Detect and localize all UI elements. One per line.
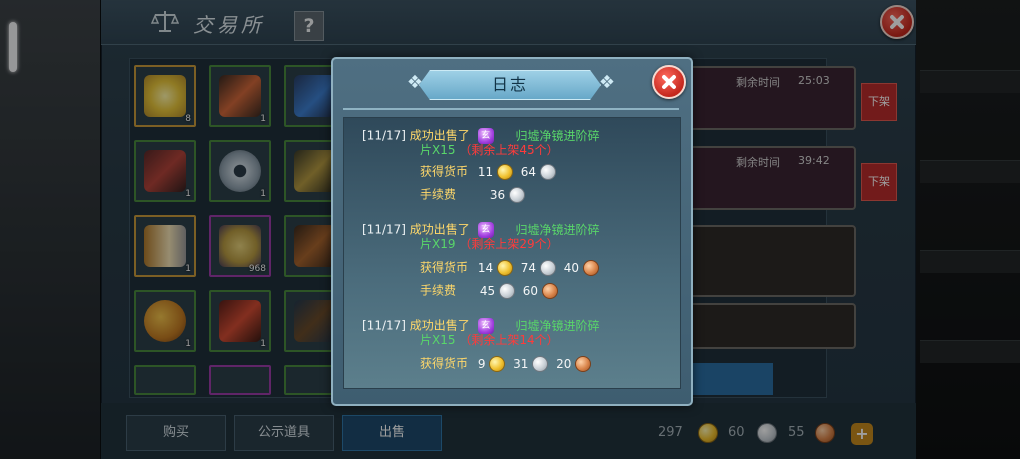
item-quantity: 片X15 xyxy=(420,333,456,347)
entry-date: [11/17] xyxy=(362,222,406,237)
earned-gold: 11 xyxy=(477,164,494,179)
title-divider xyxy=(343,108,679,110)
remaining-count: （剩余上架29个） xyxy=(459,237,559,251)
gold-coin-icon xyxy=(489,356,506,372)
earned-label: 获得货币 xyxy=(420,356,469,371)
log-title-plate: 日志 xyxy=(419,70,601,100)
item-name: 归墟净镜进阶碎 xyxy=(515,318,600,333)
earned-silver: 64 xyxy=(520,164,537,179)
copper-coin-icon xyxy=(582,260,599,276)
sold-label: 成功出售了 xyxy=(409,128,470,143)
copper-coin-icon xyxy=(541,283,558,299)
entry-date: [11/17] xyxy=(362,318,406,333)
log-title: 日志 xyxy=(491,75,528,94)
fee-silver: 36 xyxy=(489,187,506,202)
earned-copper: 20 xyxy=(556,356,572,371)
sold-label: 成功出售了 xyxy=(409,222,470,237)
log-body[interactable]: [11/17] 成功出售了 玄 归墟净镜进阶碎 片X15 （剩余上架45个） 获… xyxy=(343,117,681,389)
fee-silver: 45 xyxy=(479,283,496,298)
earned-copper: 40 xyxy=(563,260,579,275)
fee-label: 手续费 xyxy=(420,187,457,202)
item-name: 归墟净镜进阶碎 xyxy=(515,128,600,143)
earned-gold: 14 xyxy=(477,260,494,275)
silver-coin-icon xyxy=(532,356,549,372)
silver-coin-icon xyxy=(508,187,525,203)
copper-coin-icon xyxy=(575,356,592,372)
log-dialog: ❖ 日志 ❖ [11/17] 成功出售了 玄 归墟净镜进阶碎 片X15 （剩余上… xyxy=(331,57,693,406)
earned-gold: 9 xyxy=(477,356,486,371)
sold-label: 成功出售了 xyxy=(409,318,470,333)
gold-coin-icon xyxy=(496,260,513,276)
silver-coin-icon xyxy=(498,283,515,299)
gem-icon: 玄 xyxy=(477,128,494,144)
item-quantity: 片X15 xyxy=(420,143,456,157)
remaining-count: （剩余上架45个） xyxy=(459,143,559,157)
fee-copper: 60 xyxy=(522,283,539,298)
gem-icon: 玄 xyxy=(477,222,494,238)
remaining-count: （剩余上架14个） xyxy=(459,333,559,347)
right-ornament-icon: ❖ xyxy=(598,72,616,93)
earned-label: 获得货币 xyxy=(420,164,469,179)
gold-coin-icon xyxy=(496,164,513,180)
earned-silver: 31 xyxy=(513,356,529,371)
earned-silver: 74 xyxy=(520,260,537,275)
fee-label: 手续费 xyxy=(420,283,457,298)
entry-date: [11/17] xyxy=(362,128,406,143)
log-close-button[interactable] xyxy=(652,65,686,99)
gem-icon: 玄 xyxy=(477,318,494,334)
item-name: 归墟净镜进阶碎 xyxy=(515,222,600,237)
item-quantity: 片X19 xyxy=(420,237,456,251)
silver-coin-icon xyxy=(539,164,556,180)
earned-label: 获得货币 xyxy=(420,260,469,275)
silver-coin-icon xyxy=(539,260,556,276)
